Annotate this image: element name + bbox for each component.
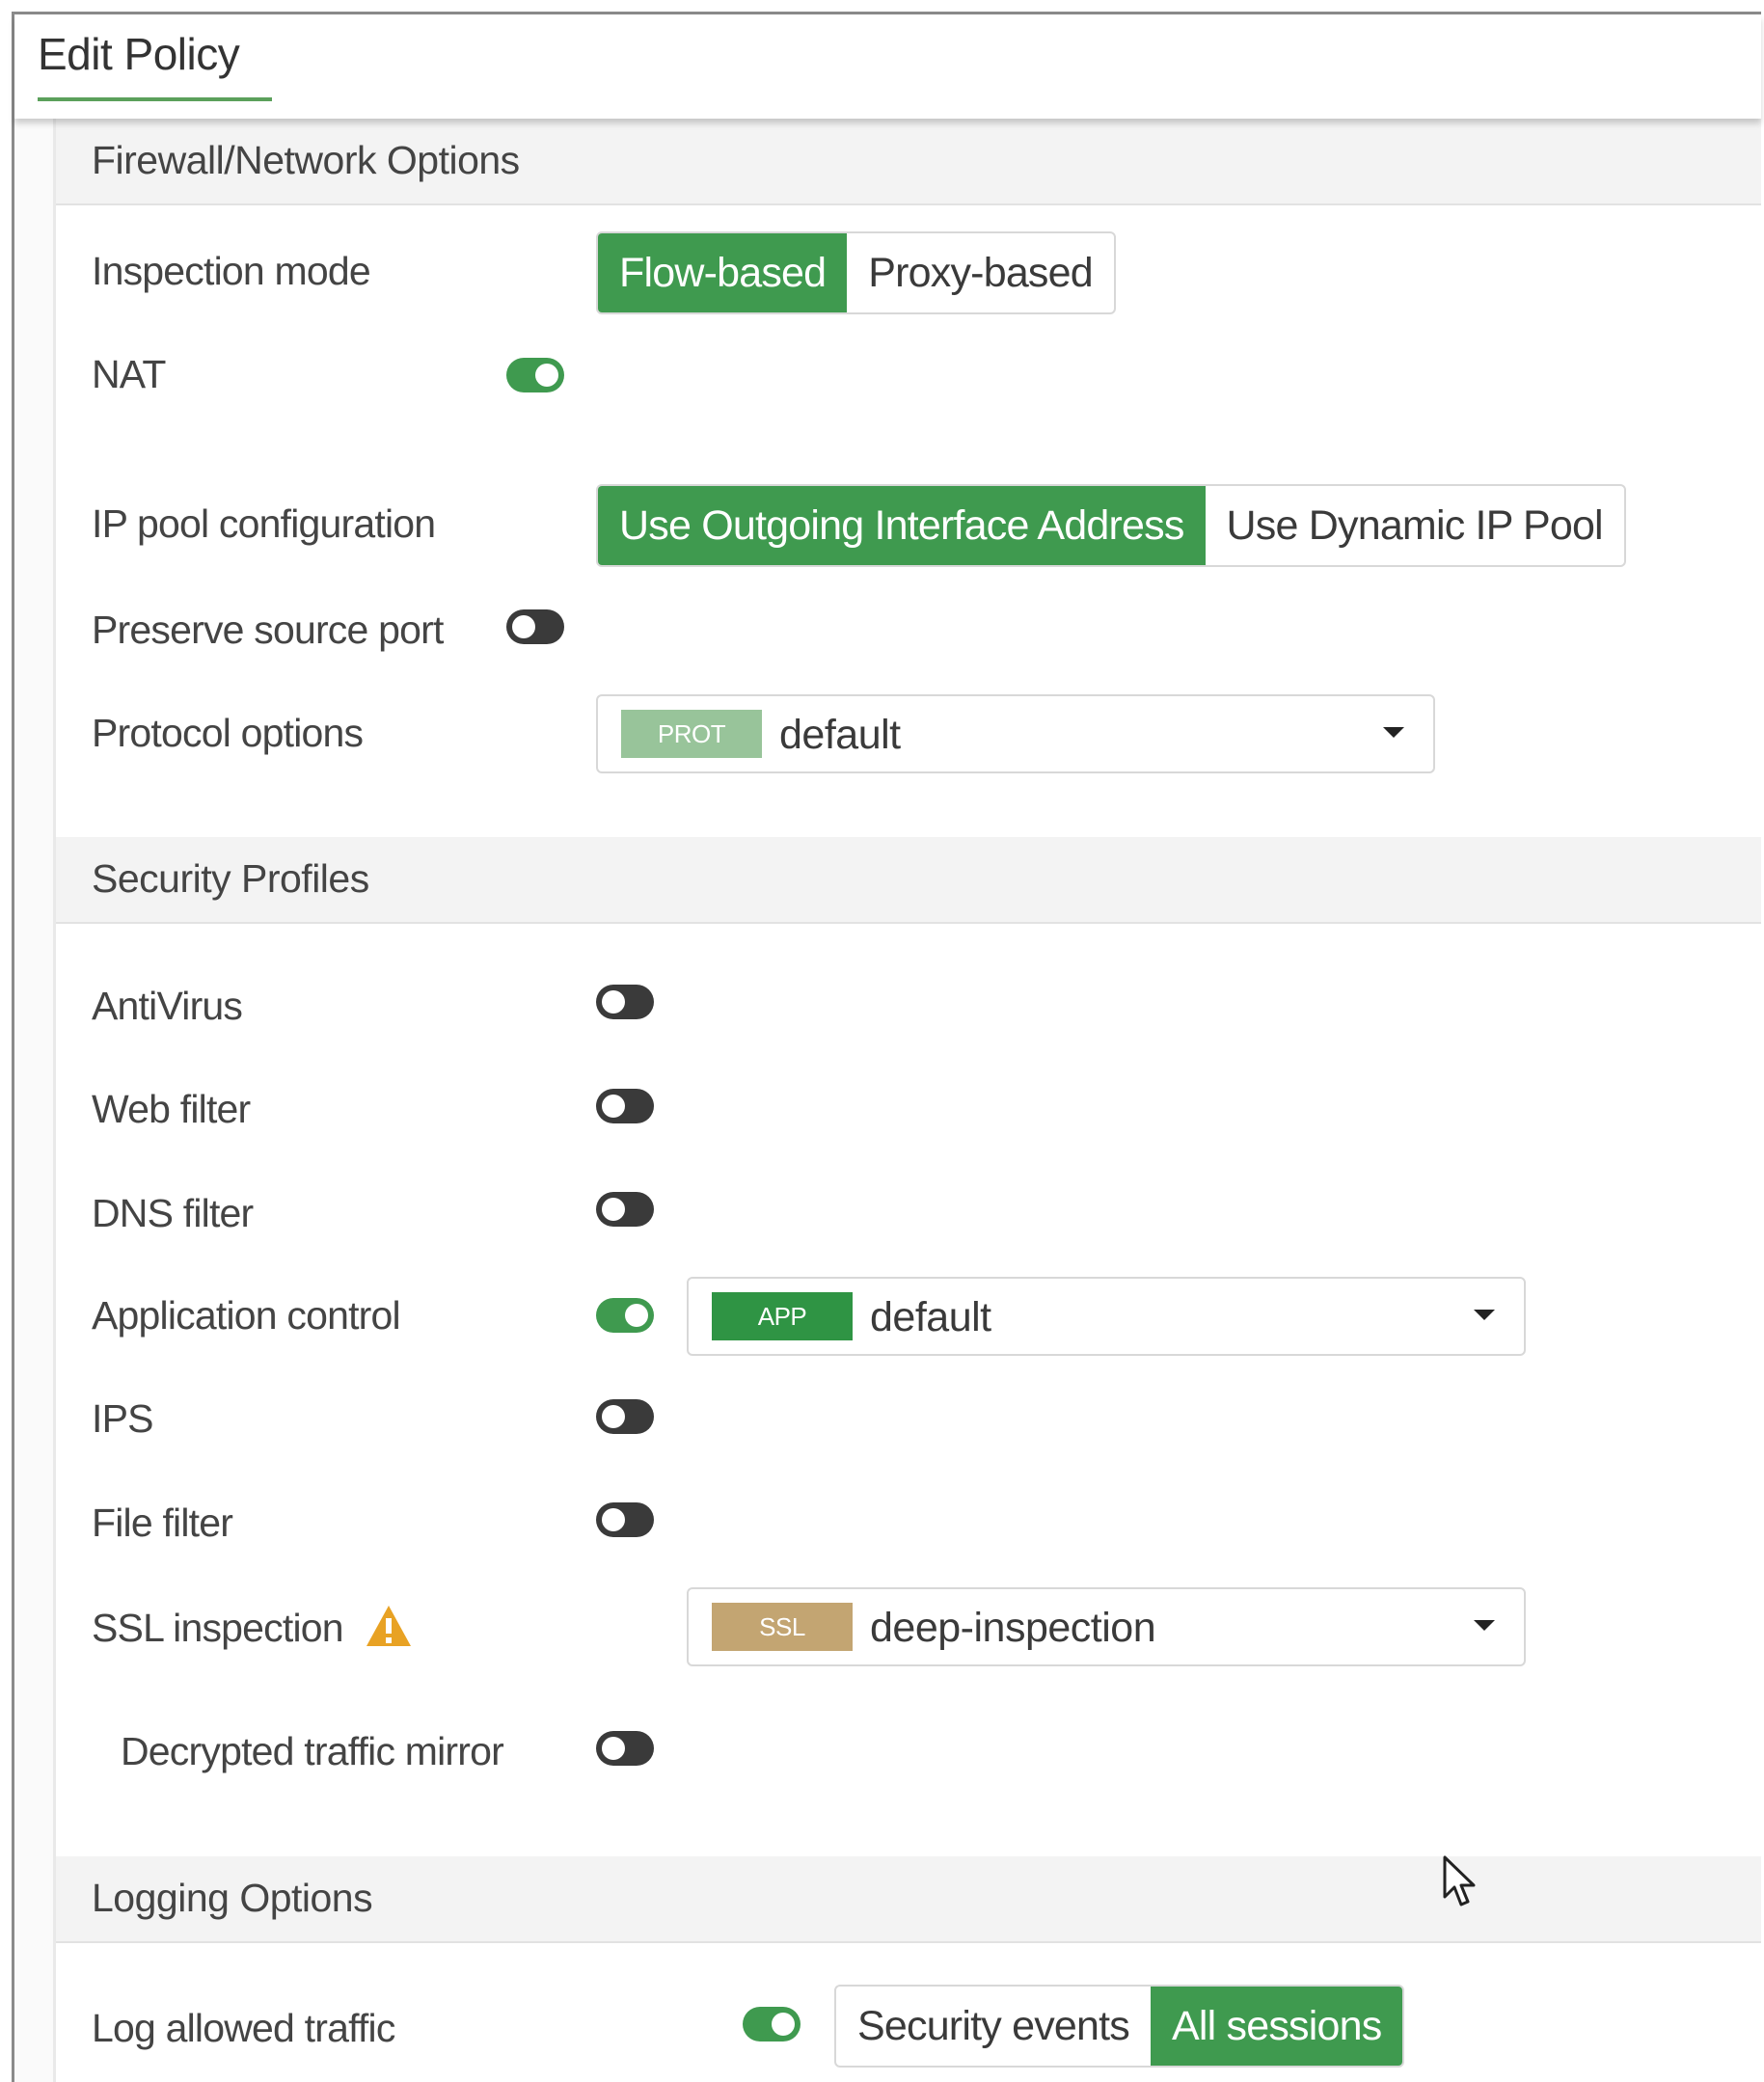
toggle-knob [625,1304,648,1327]
file-filter-toggle[interactable] [596,1502,654,1537]
ssl-inspection-value: deep-inspection [870,1605,1156,1651]
protocol-options-badge: PROT [621,710,762,758]
chevron-down-icon [1474,1310,1495,1320]
section-header-security: Security Profiles [56,837,1761,924]
log-allowed-traffic-selector: Security events All sessions [834,1985,1405,2068]
inspection-mode-selector: Flow-based Proxy-based [596,231,1116,314]
mouse-cursor-icon [1443,1855,1476,1906]
ssl-inspection-dropdown[interactable]: SSL deep-inspection [687,1587,1526,1666]
application-control-label: Application control [92,1293,401,1338]
file-filter-label: File filter [92,1501,233,1545]
ip-pool-dynamic[interactable]: Use Dynamic IP Pool [1206,486,1624,565]
toggle-knob [602,990,625,1014]
warning-icon [366,1606,411,1646]
antivirus-toggle[interactable] [596,985,654,1019]
inspection-mode-label: Inspection mode [92,249,371,293]
ips-toggle[interactable] [596,1399,654,1434]
toggle-knob [602,1508,625,1531]
left-rail [14,119,56,2082]
log-allowed-traffic-toggle[interactable] [743,2007,801,2041]
log-all-sessions[interactable]: All sessions [1150,1987,1403,2066]
section-header-firewall: Firewall/Network Options [56,119,1761,205]
toggle-knob [772,2013,795,2036]
dialog-title: Edit Policy [38,29,240,79]
decrypted-traffic-mirror-label: Decrypted traffic mirror [121,1729,504,1773]
ips-label: IPS [92,1396,153,1441]
chevron-down-icon [1474,1620,1495,1631]
section-title-logging: Logging Options [92,1876,373,1920]
protocol-options-label: Protocol options [92,711,364,755]
nat-label: NAT [92,352,166,396]
web-filter-toggle[interactable] [596,1089,654,1123]
log-allowed-traffic-label: Log allowed traffic [92,2006,395,2050]
application-control-badge: APP [712,1292,853,1340]
dns-filter-label: DNS filter [92,1191,254,1235]
section-header-logging: Logging Options [56,1856,1761,1943]
ssl-inspection-label: SSL inspection [92,1606,344,1650]
toggle-knob [602,1198,625,1221]
preserve-source-port-toggle[interactable] [506,609,564,644]
ip-pool-outgoing-interface[interactable]: Use Outgoing Interface Address [598,486,1206,565]
chevron-down-icon [1383,727,1404,738]
dns-filter-toggle[interactable] [596,1192,654,1227]
protocol-options-value: default [779,712,901,758]
decrypted-traffic-mirror-toggle[interactable] [596,1731,654,1766]
toggle-knob [512,615,535,638]
log-security-events[interactable]: Security events [836,1987,1151,2066]
preserve-source-port-label: Preserve source port [92,608,444,652]
ip-pool-label: IP pool configuration [92,501,436,546]
application-control-value: default [870,1294,991,1340]
protocol-options-dropdown[interactable]: PROT default [596,694,1435,773]
dialog-header: Edit Policy [14,14,1761,119]
title-underline [38,97,272,101]
application-control-dropdown[interactable]: APP default [687,1277,1526,1356]
toggle-knob [602,1405,625,1428]
ip-pool-selector: Use Outgoing Interface Address Use Dynam… [596,484,1626,567]
nat-toggle[interactable] [506,358,564,392]
section-title-security: Security Profiles [92,856,369,901]
toggle-knob [602,1737,625,1760]
ssl-inspection-badge: SSL [712,1603,853,1651]
inspection-mode-flow-based[interactable]: Flow-based [598,233,848,312]
toggle-knob [602,1095,625,1118]
application-control-toggle[interactable] [596,1298,654,1333]
section-title-firewall: Firewall/Network Options [92,138,520,182]
inspection-mode-proxy-based[interactable]: Proxy-based [847,233,1114,312]
antivirus-label: AntiVirus [92,984,243,1028]
toggle-knob [535,364,558,387]
web-filter-label: Web filter [92,1087,251,1131]
